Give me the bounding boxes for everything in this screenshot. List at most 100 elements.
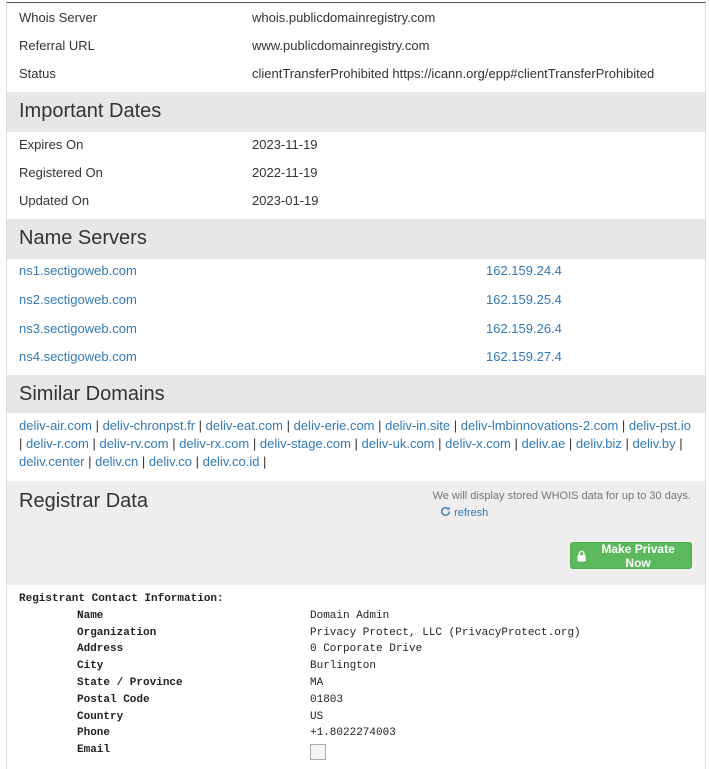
stored-data-note: We will display stored WHOIS data for up… bbox=[432, 490, 691, 502]
name-server-row: ns4.sectigoweb.com 162.159.27.4 bbox=[7, 343, 705, 371]
row-label: Registered On bbox=[19, 165, 103, 180]
domain-separator: | bbox=[259, 454, 267, 469]
raw-whois-block: Registrant Contact Information: Name Doma… bbox=[19, 591, 581, 761]
similar-domain-link[interactable]: deliv-lmbinnovations-2.com bbox=[461, 418, 619, 433]
similar-domain-link[interactable]: deliv-eat.com bbox=[206, 418, 283, 433]
domain-separator: | bbox=[249, 436, 260, 451]
raw-field-label: Address bbox=[77, 643, 124, 656]
domain-separator: | bbox=[282, 418, 294, 433]
registrar-data-header: Registrar Data We will display stored WH… bbox=[7, 481, 705, 585]
domain-separator: | bbox=[510, 436, 522, 451]
raw-field-label: Email bbox=[77, 744, 111, 757]
similar-domain-link[interactable]: deliv-erie.com bbox=[294, 418, 375, 433]
updated-on-row: Updated On 2023-01-19 bbox=[7, 187, 705, 215]
name-server-ip-link[interactable]: 162.159.27.4 bbox=[486, 343, 562, 371]
similar-domain-link[interactable]: deliv-chronpst.fr bbox=[103, 418, 195, 433]
row-value: 2023-01-19 bbox=[252, 193, 319, 208]
name-server-row: ns3.sectigoweb.com 162.159.26.4 bbox=[7, 315, 705, 343]
raw-whois-line: Phone +1.8022274003 bbox=[19, 725, 396, 742]
row-label: Status bbox=[19, 66, 56, 81]
domain-separator: | bbox=[675, 436, 683, 451]
similar-domain-link[interactable]: deliv-uk.com bbox=[362, 436, 435, 451]
whois-server-row: Whois Server whois.publicdomainregistry.… bbox=[7, 4, 705, 32]
domain-separator: | bbox=[168, 436, 180, 451]
make-private-button[interactable]: Make Private Now bbox=[570, 542, 692, 570]
name-server-ip-link[interactable]: 162.159.24.4 bbox=[486, 257, 562, 285]
raw-field-value: US bbox=[310, 710, 324, 723]
similar-domain-link[interactable]: deliv.by bbox=[633, 436, 676, 451]
similar-domain-link[interactable]: deliv.ae bbox=[521, 436, 565, 451]
raw-whois-line: Organization Privacy Protect, LLC (Privac… bbox=[19, 625, 581, 642]
row-value: 2022-11-19 bbox=[252, 165, 318, 180]
raw-field-value: Domain Admin bbox=[310, 609, 390, 622]
similar-domain-link[interactable]: deliv.biz bbox=[576, 436, 622, 451]
domain-separator: | bbox=[19, 436, 26, 451]
domain-separator: | bbox=[84, 454, 96, 469]
domain-separator: | bbox=[450, 418, 461, 433]
raw-field-value: Privacy Protect, LLC (PrivacyProtect.org… bbox=[310, 626, 581, 639]
similar-domains-header: Similar Domains bbox=[7, 375, 705, 413]
raw-whois-line: State / Province MA bbox=[19, 675, 323, 692]
row-value: whois.publicdomainregistry.com bbox=[252, 10, 436, 25]
row-label: Whois Server bbox=[19, 10, 98, 25]
similar-domain-link[interactable]: deliv.co.id bbox=[203, 454, 260, 469]
raw-whois-line: City Burlington bbox=[19, 658, 376, 675]
raw-field-value: MA bbox=[310, 676, 324, 689]
domain-separator: | bbox=[195, 418, 206, 433]
name-server-ip-link[interactable]: 162.159.25.4 bbox=[486, 286, 562, 314]
raw-field-value bbox=[310, 742, 326, 765]
name-server-row: ns2.sectigoweb.com 162.159.25.4 bbox=[7, 286, 705, 314]
similar-domain-link[interactable]: deliv-air.com bbox=[19, 418, 92, 433]
domain-separator: | bbox=[191, 454, 203, 469]
section-title: Similar Domains bbox=[19, 383, 165, 405]
similar-domain-link[interactable]: deliv-r.com bbox=[26, 436, 89, 451]
domain-separator: | bbox=[621, 436, 633, 451]
expires-on-row: Expires On 2023-11-19 bbox=[7, 131, 705, 159]
section-title: Name Servers bbox=[19, 227, 147, 249]
name-server-link[interactable]: ns3.sectigoweb.com bbox=[19, 315, 137, 343]
raw-field-value: +1.8022274003 bbox=[310, 727, 396, 740]
similar-domain-link[interactable]: deliv.center bbox=[19, 454, 85, 469]
whois-panel: Whois Server whois.publicdomainregistry.… bbox=[6, 2, 706, 769]
raw-field-label: Name bbox=[77, 609, 104, 622]
similar-domain-link[interactable]: deliv-rv.com bbox=[99, 436, 168, 451]
raw-field-value: 0 Corporate Drive bbox=[310, 643, 423, 656]
similar-domain-link[interactable]: deliv.co bbox=[149, 454, 192, 469]
similar-domain-link[interactable]: deliv-stage.com bbox=[260, 436, 351, 451]
row-label: Updated On bbox=[19, 193, 90, 208]
raw-whois-line: Address 0 Corporate Drive bbox=[19, 641, 422, 658]
lock-icon bbox=[577, 550, 586, 562]
status-row: Status clientTransferProhibited https://… bbox=[7, 60, 705, 88]
raw-field-label: Country bbox=[77, 710, 124, 723]
name-server-ip-link[interactable]: 162.159.26.4 bbox=[486, 315, 562, 343]
similar-domain-link[interactable]: deliv-in.site bbox=[385, 418, 450, 433]
name-servers-header: Name Servers bbox=[7, 219, 705, 259]
raw-whois-line: Postal Code 01803 bbox=[19, 692, 343, 709]
refresh-link[interactable]: refresh bbox=[440, 506, 488, 519]
raw-field-value: 01803 bbox=[310, 693, 344, 706]
name-server-link[interactable]: ns2.sectigoweb.com bbox=[19, 286, 137, 314]
domain-separator: | bbox=[618, 418, 629, 433]
domain-separator: | bbox=[434, 436, 446, 451]
name-server-link[interactable]: ns4.sectigoweb.com bbox=[19, 343, 137, 371]
registered-on-row: Registered On 2022-11-19 bbox=[7, 159, 705, 187]
domain-separator: | bbox=[88, 436, 100, 451]
raw-whois-line: Country US bbox=[19, 709, 323, 726]
name-server-row: ns1.sectigoweb.com 162.159.24.4 bbox=[7, 257, 705, 285]
similar-domains-list: deliv-air.com | deliv-chronpst.fr | deli… bbox=[19, 417, 695, 471]
name-server-link[interactable]: ns1.sectigoweb.com bbox=[19, 257, 137, 285]
similar-domain-link[interactable]: deliv-pst.io bbox=[629, 418, 691, 433]
row-value: clientTransferProhibited https://icann.o… bbox=[252, 66, 655, 81]
row-value: www.publicdomainregistry.com bbox=[252, 38, 430, 53]
row-label: Referral URL bbox=[19, 38, 95, 53]
similar-domain-link[interactable]: deliv-rx.com bbox=[179, 436, 249, 451]
domain-separator: | bbox=[565, 436, 576, 451]
refresh-icon bbox=[441, 506, 450, 516]
important-dates-header: Important Dates bbox=[7, 92, 705, 132]
row-label: Expires On bbox=[19, 137, 84, 152]
similar-domain-link[interactable]: deliv-x.com bbox=[445, 436, 511, 451]
section-title: Important Dates bbox=[19, 100, 162, 122]
raw-whois-line: Email bbox=[19, 742, 326, 761]
raw-field-label: Postal Code bbox=[77, 693, 150, 706]
similar-domain-link[interactable]: deliv.cn bbox=[95, 454, 138, 469]
